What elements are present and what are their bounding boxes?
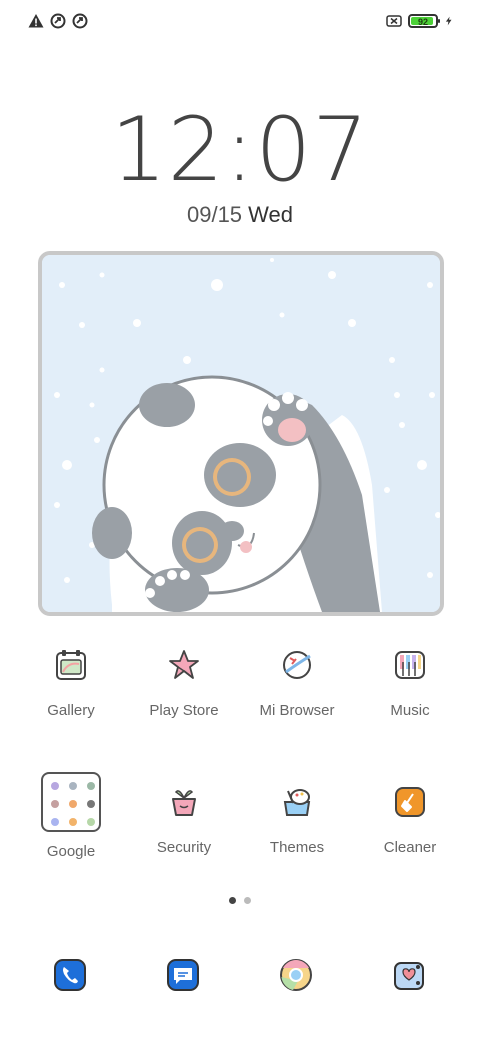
weekday-text: Wed — [248, 202, 294, 227]
app-label: Gallery — [47, 702, 95, 719]
messages-icon[interactable] — [163, 955, 203, 995]
panda-photo-widget[interactable] — [38, 251, 444, 616]
app-label: Themes — [269, 839, 325, 856]
clock-time[interactable]: 12:07 — [0, 98, 480, 201]
app-gallery[interactable]: Gallery — [15, 645, 127, 719]
play-store-icon — [164, 645, 204, 685]
warning-icon — [28, 14, 44, 28]
app-cleaner[interactable]: Cleaner — [354, 782, 466, 856]
no-sim-icon — [386, 15, 402, 27]
charging-bolt-icon — [445, 16, 452, 26]
app-label: Cleaner — [383, 839, 437, 856]
page-dot-active[interactable] — [229, 897, 236, 904]
battery-icon: 92 — [408, 14, 440, 28]
app-label: Google — [46, 843, 96, 860]
google-folder-icon — [41, 772, 101, 832]
app-music[interactable]: Music — [354, 645, 466, 719]
cleaner-icon — [390, 782, 430, 822]
music-icon — [390, 645, 430, 685]
app-label: Security — [156, 839, 212, 856]
phone-icon[interactable] — [50, 955, 90, 995]
app-label: Play Store — [149, 702, 219, 719]
chrome-icon[interactable] — [276, 955, 316, 995]
page-dot[interactable] — [244, 897, 251, 904]
app-label: Mi Browser — [259, 702, 335, 719]
panda-illustration — [42, 255, 440, 612]
app-label: Music — [390, 702, 430, 719]
app-themes[interactable]: Themes — [241, 782, 353, 856]
clock-date[interactable]: 09/15 Wed — [0, 202, 480, 228]
mi-browser-icon — [277, 645, 317, 685]
camera-icon[interactable] — [389, 955, 429, 995]
sync-icon-2 — [72, 13, 88, 29]
sync-icon — [50, 13, 66, 29]
gallery-icon — [51, 645, 91, 685]
page-indicator[interactable] — [0, 897, 480, 904]
themes-icon — [277, 782, 317, 822]
app-security[interactable]: Security — [128, 782, 240, 856]
date-text: 09/15 — [186, 202, 243, 227]
app-mi-browser[interactable]: Mi Browser — [241, 645, 353, 719]
app-play-store[interactable]: Play Store — [128, 645, 240, 719]
battery-level: 92 — [417, 17, 428, 27]
app-google-folder[interactable]: Google — [15, 772, 127, 860]
home-screen: 92 12:07 09/15 Wed Gallery Play Store Mi… — [0, 0, 480, 1040]
status-bar: 92 — [0, 0, 480, 40]
security-icon — [164, 782, 204, 822]
